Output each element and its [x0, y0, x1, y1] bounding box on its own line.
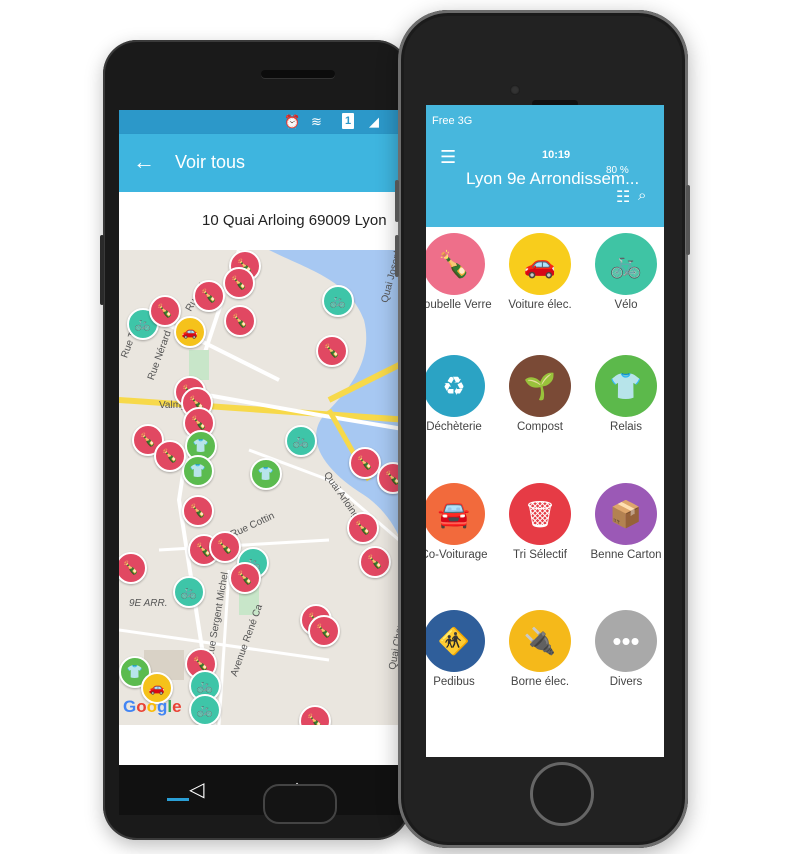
category-label: Pedibus	[433, 676, 475, 688]
wifi-icon: ≋	[311, 114, 322, 129]
category-plug[interactable]: 🔌 Borne élec.	[500, 610, 580, 688]
tshirt-marker[interactable]: 👕	[250, 458, 282, 490]
category-label: Tri Sélectif	[513, 549, 567, 561]
search-icon[interactable]: ⌕	[638, 187, 646, 204]
bicycle-marker[interactable]: 🚲	[189, 694, 221, 725]
google-letter: g	[157, 697, 168, 716]
list-icon[interactable]: ☷	[616, 187, 630, 207]
volume-down-button	[395, 235, 399, 277]
compost-icon: 🌱	[509, 355, 571, 417]
category-recycling[interactable]: ♻ Déchèterie	[426, 355, 494, 433]
map-view[interactable]: Rue Nérard Valmy Rue Cottin Quai Arloing…	[119, 250, 409, 725]
category-sorting-bins[interactable]: 🗑 Tri Sélectif	[500, 483, 580, 561]
category-label: Borne élec.	[510, 676, 570, 688]
carpool-icon: 🚘	[426, 483, 485, 545]
category-label: Co-Voiturage	[426, 549, 488, 561]
google-letter: o	[136, 697, 147, 716]
bicycle-marker[interactable]: 🚲	[173, 576, 205, 608]
electric-car-marker[interactable]: 🚗	[174, 316, 206, 348]
bicycle-marker[interactable]: 🚲	[322, 285, 354, 317]
category-more[interactable]: ••• Divers	[586, 610, 664, 688]
clock: 10:19	[542, 149, 571, 161]
category-bicycle[interactable]: 🚲 Vélo	[586, 233, 664, 311]
back-triangle-icon[interactable]: ◁	[189, 777, 204, 802]
volume-up-button	[395, 180, 399, 222]
google-letter: G	[123, 697, 137, 716]
glass-bin-marker[interactable]: 🍾	[224, 305, 256, 337]
glass-bin-marker[interactable]: 🍾	[349, 447, 381, 479]
category-label: Déchèterie	[426, 421, 482, 433]
home-key[interactable]	[263, 784, 337, 824]
status-bar: ⏰ ≋ 1 ◢	[119, 110, 409, 134]
signal-icon: ◢	[369, 114, 379, 129]
hamburger-icon[interactable]: ☰	[440, 147, 456, 168]
side-button	[100, 235, 104, 305]
glass-bin-marker[interactable]: 🍾	[308, 615, 340, 647]
category-electric-car[interactable]: 🚗 Voiture élec.	[500, 233, 580, 311]
iphone: Free 3G 10:19 80 % ☰ Lyon 9e Arrondissem…	[395, 10, 690, 848]
bicycle-marker[interactable]: 🚲	[285, 425, 317, 457]
box-icon: 📦	[595, 483, 657, 545]
toolbar: ← Voir tous	[119, 134, 409, 192]
category-label: Divers	[609, 676, 643, 688]
page-title: Lyon 9e Arrondissem...	[466, 169, 640, 188]
electric-car-icon: 🚗	[509, 233, 571, 295]
power-button	[686, 185, 690, 255]
tshirt-marker[interactable]: 👕	[182, 455, 214, 487]
more-icon: •••	[595, 610, 657, 672]
pedibus-icon: 🚸	[426, 610, 485, 672]
google-letter: e	[172, 697, 182, 716]
district-label: 9E ARR.	[129, 598, 168, 609]
glass-bin-marker[interactable]: 🍾	[209, 531, 241, 563]
google-logo: Google	[123, 697, 182, 717]
category-tshirt[interactable]: 👕 Relais	[586, 355, 664, 433]
glass-bin-marker[interactable]: 🍾	[229, 562, 261, 594]
tshirt-icon: 👕	[595, 355, 657, 417]
category-pedibus[interactable]: 🚸 Pedibus	[426, 610, 494, 688]
page-title: Voir tous	[175, 152, 246, 172]
address-text: 10 Quai Arloing 69009 Lyon	[202, 212, 387, 229]
address-bar: 10 Quai Arloing 69009 Lyon	[119, 192, 409, 250]
iphone-screen: Free 3G 10:19 80 % ☰ Lyon 9e Arrondissem…	[426, 105, 664, 757]
category-label: Poubelle Verre	[426, 299, 492, 311]
category-compost[interactable]: 🌱 Compost	[500, 355, 580, 433]
toolbar: 10:19 80 % ☰ Lyon 9e Arrondissem... ☷ ⌕	[426, 147, 664, 227]
category-carpool[interactable]: 🚘 Co-Voiturage	[426, 483, 494, 561]
glass-bin-marker[interactable]: 🍾	[182, 495, 214, 527]
category-label: Voiture élec.	[508, 299, 572, 311]
speaker-grille	[261, 70, 335, 78]
recycling-icon: ♻	[426, 355, 485, 417]
category-label: Vélo	[614, 299, 638, 311]
plug-icon: 🔌	[509, 610, 571, 672]
glass-bin-marker[interactable]: 🍾	[193, 280, 225, 312]
arrow-left-icon[interactable]: ←	[133, 150, 155, 174]
glass-bin-marker[interactable]: 🍾	[359, 546, 391, 578]
status-bar: Free 3G	[426, 105, 664, 147]
sorting-bins-icon: 🗑	[509, 483, 571, 545]
category-label: Benne Carton	[590, 549, 662, 561]
notification-led	[167, 798, 189, 801]
glass-bin-marker[interactable]: 🍾	[223, 267, 255, 299]
android-phone: ⏰ ≋ 1 ◢ ← Voir tous 10 Quai Arloing 6900…	[100, 40, 410, 840]
bicycle-icon: 🚲	[595, 233, 657, 295]
glass-bin-icon: 🍾	[426, 233, 485, 295]
category-label: Relais	[610, 421, 642, 433]
glass-bin-marker[interactable]: 🍾	[347, 512, 379, 544]
android-screen: ⏰ ≋ 1 ◢ ← Voir tous 10 Quai Arloing 6900…	[119, 110, 409, 765]
category-box[interactable]: 📦 Benne Carton	[586, 483, 664, 561]
home-button[interactable]	[530, 762, 594, 826]
alarm-icon: ⏰	[284, 114, 301, 129]
carrier-text: Free 3G	[432, 115, 473, 127]
google-letter: o	[146, 697, 158, 716]
sim-badge: 1	[342, 113, 354, 129]
glass-bin-marker[interactable]: 🍾	[316, 335, 348, 367]
category-glass-bin[interactable]: 🍾 Poubelle Verre	[426, 233, 494, 311]
category-label: Compost	[516, 421, 564, 433]
front-camera	[510, 85, 520, 95]
glass-bin-marker[interactable]: 🍾	[154, 440, 186, 472]
